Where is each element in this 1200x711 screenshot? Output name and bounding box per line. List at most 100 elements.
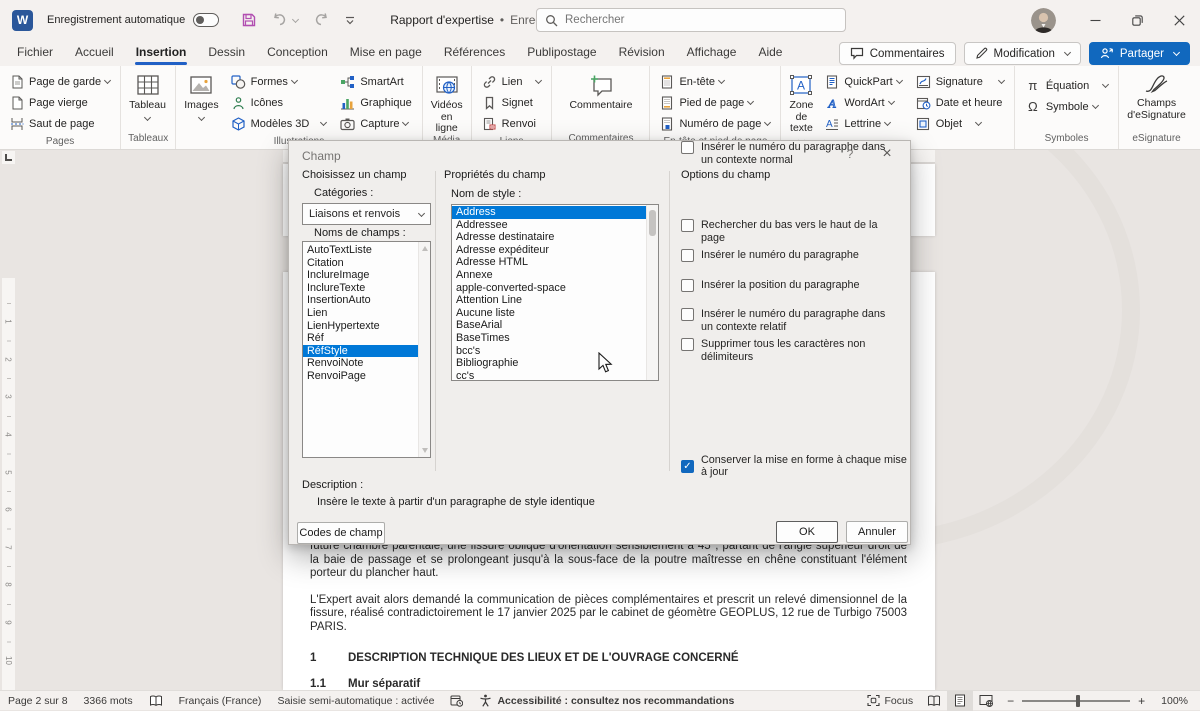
field-option-row[interactable]: Insérer le numéro du paragraphe dans un … [681, 141, 897, 166]
focus-mode-button[interactable]: Focus [859, 691, 922, 710]
customize-qat-button[interactable] [344, 14, 356, 26]
new-comment-button[interactable]: Commentaire [555, 69, 646, 112]
cross-reference-button[interactable]: Renvoi [477, 113, 547, 134]
date-time-button[interactable]: Date et heure [911, 92, 1009, 113]
equation-button[interactable]: π Équation [1020, 75, 1113, 96]
models-3d-button[interactable]: Modèles 3D [226, 113, 332, 134]
style-name-item[interactable]: Bibliographie [452, 357, 658, 370]
word-count[interactable]: 3366 mots [76, 691, 141, 710]
field-name-item[interactable]: LienHypertexte [303, 320, 430, 333]
cancel-button[interactable]: Annuler [846, 521, 908, 543]
style-name-item[interactable]: BaseTimes [452, 332, 658, 345]
images-button[interactable]: Images [179, 69, 223, 120]
field-option-row[interactable]: Supprimer tous les caractères non délimi… [681, 338, 897, 363]
preserve-formatting-row[interactable]: ✓ Conserver la mise en forme à chaque mi… [681, 454, 910, 478]
signature-line-button[interactable]: Signature [911, 71, 1009, 92]
ribbon-tab[interactable]: Références [433, 41, 516, 65]
style-name-item[interactable]: Address [452, 206, 658, 219]
avatar[interactable] [1031, 8, 1056, 33]
footer-button[interactable]: Pied de page [655, 92, 775, 113]
blank-page-button[interactable]: Page vierge [5, 92, 115, 113]
style-name-item[interactable]: Attention Line [452, 294, 658, 307]
screenshot-button[interactable]: Capture [335, 113, 416, 134]
cover-page-button[interactable]: Page de garde [5, 71, 115, 92]
zoom-level[interactable]: 100% [1153, 691, 1200, 710]
tab-stop-selector[interactable] [2, 151, 15, 164]
ribbon-tab[interactable]: Publipostage [516, 41, 607, 65]
insights-indicator[interactable] [442, 691, 471, 710]
field-option-row[interactable]: Insérer le numéro du paragraphe dans un … [681, 308, 897, 333]
ribbon-tab[interactable]: Conception [256, 41, 339, 65]
icons-button[interactable]: Icônes [226, 92, 332, 113]
page-break-button[interactable]: Saut de page [5, 113, 115, 134]
link-button[interactable]: Lien [477, 71, 547, 92]
field-name-item[interactable]: AutoTextListe [303, 244, 430, 257]
checkbox-unchecked[interactable] [681, 219, 694, 232]
checkbox-unchecked[interactable] [681, 249, 694, 262]
style-name-item[interactable]: BaseArial [452, 319, 658, 332]
checkbox-unchecked[interactable] [681, 308, 694, 321]
ok-button[interactable]: OK [776, 521, 838, 543]
quick-parts-button[interactable]: QuickPart [820, 71, 906, 92]
field-name-item[interactable]: InclureTexte [303, 282, 430, 295]
document-text[interactable]: future chambre parentale, une fissure ob… [310, 540, 907, 690]
zoom-slider-thumb[interactable] [1076, 695, 1080, 707]
style-name-item[interactable]: bcc's [452, 345, 658, 358]
autocomplete-status[interactable]: Saisie semi-automatique : activée [269, 691, 442, 710]
style-name-item[interactable]: Annexe [452, 269, 658, 282]
style-name-item[interactable]: Adresse expéditeur [452, 244, 658, 257]
field-name-item[interactable]: Réf [303, 332, 430, 345]
minimize-button[interactable] [1074, 0, 1116, 40]
search-input[interactable] [565, 14, 815, 26]
field-codes-button[interactable]: Codes de champ [297, 522, 385, 544]
accessibility-status[interactable]: Accessibilité : consultez nos recommanda… [471, 691, 742, 710]
style-name-item[interactable]: apple-converted-space [452, 282, 658, 295]
wordart-button[interactable]: A WordArt [820, 92, 906, 113]
read-mode-button[interactable] [921, 691, 947, 711]
redo-button[interactable] [312, 12, 330, 28]
categories-dropdown[interactable]: Liaisons et renvois [302, 203, 431, 225]
web-layout-button[interactable] [973, 691, 999, 711]
field-name-item[interactable]: RenvoiNote [303, 357, 430, 370]
print-layout-button[interactable] [947, 691, 973, 711]
scroll-up-arrow[interactable] [422, 246, 428, 251]
undo-button[interactable] [271, 12, 298, 28]
ribbon-tab[interactable]: Mise en page [339, 41, 433, 65]
ribbon-tab[interactable]: Aide [747, 41, 793, 65]
word-app-icon[interactable]: W [12, 10, 33, 31]
ribbon-tab[interactable]: Révision [608, 41, 676, 65]
field-option-row[interactable]: Insérer le numéro du paragraphe [681, 249, 859, 262]
checkbox-checked[interactable]: ✓ [681, 460, 694, 473]
zoom-in-button[interactable]: + [1138, 694, 1145, 708]
restore-button[interactable] [1116, 0, 1158, 40]
header-button[interactable]: En-tête [655, 71, 775, 92]
smartart-button[interactable]: SmartArt [335, 71, 416, 92]
style-names-list[interactable]: AddressAddresseeAdresse destinataireAdre… [451, 204, 659, 381]
text-box-button[interactable]: A Zone de texte [784, 69, 818, 143]
style-name-item[interactable]: Adresse destinataire [452, 231, 658, 244]
field-name-item[interactable]: RenvoiPage [303, 370, 430, 383]
style-name-item[interactable]: cc's [452, 370, 658, 381]
style-name-item[interactable]: Aucune liste [452, 307, 658, 320]
ribbon-tab[interactable]: Dessin [197, 41, 256, 65]
close-window-button[interactable] [1158, 0, 1200, 40]
language-indicator[interactable]: Français (France) [171, 691, 270, 710]
field-name-item[interactable]: Citation [303, 257, 430, 270]
drop-cap-button[interactable]: A Lettrine [820, 113, 906, 134]
bookmark-button[interactable]: Signet [477, 92, 547, 113]
ribbon-tab[interactable]: Fichier [6, 41, 64, 65]
editing-mode-button[interactable]: Modification [964, 42, 1081, 65]
object-button[interactable]: Objet [911, 113, 1009, 134]
checkbox-unchecked[interactable] [681, 338, 694, 351]
field-names-list[interactable]: AutoTextListeCitationInclureImageInclure… [302, 241, 431, 458]
search-box[interactable] [536, 8, 846, 32]
vertical-ruler[interactable]: 12345678910 [2, 278, 15, 690]
field-name-item[interactable]: Lien [303, 307, 430, 320]
zoom-out-button[interactable]: − [1007, 694, 1014, 708]
save-button[interactable] [241, 12, 257, 28]
proofing-status[interactable] [141, 691, 171, 710]
field-name-item[interactable]: InsertionAuto [303, 294, 430, 307]
autosave-toggle[interactable] [193, 13, 219, 27]
esignature-fields-button[interactable]: Champs d'eSignature [1122, 69, 1191, 121]
page-number-button[interactable]: Numéro de page [655, 113, 775, 134]
